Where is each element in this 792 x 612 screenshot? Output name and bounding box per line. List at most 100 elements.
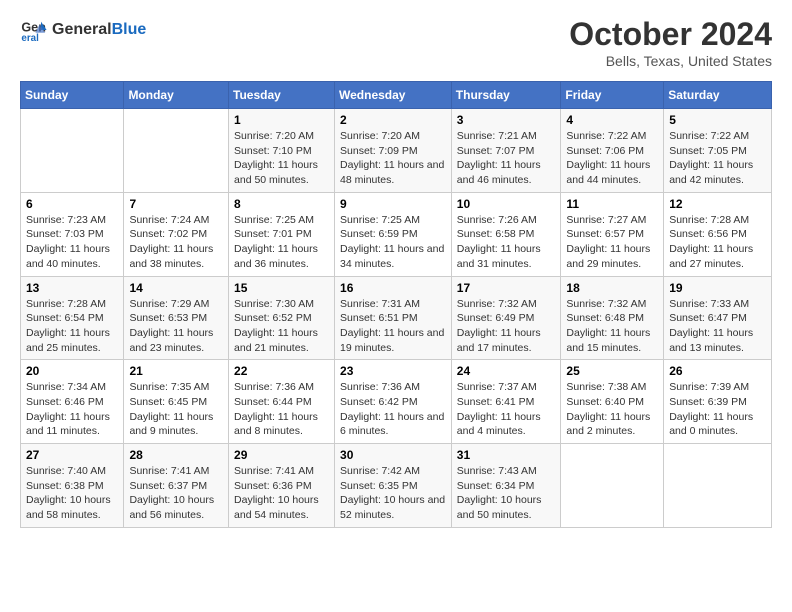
calendar-cell [561, 444, 664, 528]
day-info: Sunrise: 7:43 AM Sunset: 6:34 PM Dayligh… [457, 464, 556, 523]
logo: Gen eral GeneralBlue [20, 16, 146, 44]
day-number: 5 [669, 113, 766, 127]
weekday-header-row: SundayMondayTuesdayWednesdayThursdayFrid… [21, 82, 772, 109]
calendar-cell: 17 Sunrise: 7:32 AM Sunset: 6:49 PM Dayli… [451, 276, 561, 360]
weekday-header: Tuesday [229, 82, 335, 109]
calendar-cell [21, 109, 124, 193]
day-number: 3 [457, 113, 556, 127]
day-number: 18 [566, 281, 658, 295]
calendar-cell: 12Sunrise: 7:28 AM Sunset: 6:56 PM Dayli… [664, 192, 772, 276]
weekday-header: Saturday [664, 82, 772, 109]
day-info: Sunrise: 7:34 AM Sunset: 6:46 PM Dayligh… [26, 380, 118, 439]
calendar-cell: 16 Sunrise: 7:31 AM Sunset: 6:51 PM Dayli… [335, 276, 452, 360]
day-info: Sunrise: 7:21 AM Sunset: 7:07 PM Dayligh… [457, 129, 556, 188]
day-info: Sunrise: 7:39 AM Sunset: 6:39 PM Dayligh… [669, 380, 766, 439]
logo-line1: General [52, 21, 112, 38]
calendar-week-row: 20Sunrise: 7:34 AM Sunset: 6:46 PM Dayli… [21, 360, 772, 444]
day-info: Sunrise: 7:42 AM Sunset: 6:35 PM Dayligh… [340, 464, 446, 523]
day-info: Sunrise: 7:31 AM Sunset: 6:51 PM Dayligh… [340, 297, 446, 356]
day-number: 28 [129, 448, 223, 462]
day-number: 6 [26, 197, 118, 211]
day-number: 2 [340, 113, 446, 127]
day-number: 13 [26, 281, 118, 295]
calendar-cell: 2Sunrise: 7:20 AM Sunset: 7:09 PM Daylig… [335, 109, 452, 193]
day-number: 25 [566, 364, 658, 378]
day-info: Sunrise: 7:24 AM Sunset: 7:02 PM Dayligh… [129, 213, 223, 272]
day-info: Sunrise: 7:25 AM Sunset: 7:01 PM Dayligh… [234, 213, 329, 272]
day-info: Sunrise: 7:33 AM Sunset: 6:47 PM Dayligh… [669, 297, 766, 356]
day-info: Sunrise: 7:32 AM Sunset: 6:49 PM Dayligh… [457, 297, 556, 356]
calendar-cell: 3 Sunrise: 7:21 AM Sunset: 7:07 PM Daylig… [451, 109, 561, 193]
calendar-cell: 9Sunrise: 7:25 AM Sunset: 6:59 PM Daylig… [335, 192, 452, 276]
day-number: 16 [340, 281, 446, 295]
weekday-header: Monday [124, 82, 229, 109]
weekday-header: Thursday [451, 82, 561, 109]
day-info: Sunrise: 7:32 AM Sunset: 6:48 PM Dayligh… [566, 297, 658, 356]
calendar-week-row: 6 Sunrise: 7:23 AM Sunset: 7:03 PM Daylig… [21, 192, 772, 276]
weekday-header: Sunday [21, 82, 124, 109]
calendar-subtitle: Bells, Texas, United States [569, 53, 772, 69]
day-info: Sunrise: 7:41 AM Sunset: 6:37 PM Dayligh… [129, 464, 223, 523]
day-number: 21 [129, 364, 223, 378]
day-number: 9 [340, 197, 446, 211]
day-number: 24 [457, 364, 556, 378]
calendar-cell: 22Sunrise: 7:36 AM Sunset: 6:44 PM Dayli… [229, 360, 335, 444]
calendar-cell: 5 Sunrise: 7:22 AM Sunset: 7:05 PM Daylig… [664, 109, 772, 193]
calendar-cell: 21 Sunrise: 7:35 AM Sunset: 6:45 PM Dayli… [124, 360, 229, 444]
calendar-cell: 25 Sunrise: 7:38 AM Sunset: 6:40 PM Dayli… [561, 360, 664, 444]
day-number: 7 [129, 197, 223, 211]
calendar-cell: 14 Sunrise: 7:29 AM Sunset: 6:53 PM Dayli… [124, 276, 229, 360]
calendar-cell: 13 Sunrise: 7:28 AM Sunset: 6:54 PM Dayli… [21, 276, 124, 360]
day-info: Sunrise: 7:28 AM Sunset: 6:56 PM Dayligh… [669, 213, 766, 272]
calendar-cell: 23Sunrise: 7:36 AM Sunset: 6:42 PM Dayli… [335, 360, 452, 444]
day-number: 19 [669, 281, 766, 295]
day-number: 31 [457, 448, 556, 462]
day-number: 4 [566, 113, 658, 127]
calendar-table: SundayMondayTuesdayWednesdayThursdayFrid… [20, 81, 772, 528]
title-area: October 2024 Bells, Texas, United States [569, 16, 772, 69]
calendar-cell: 6 Sunrise: 7:23 AM Sunset: 7:03 PM Daylig… [21, 192, 124, 276]
day-info: Sunrise: 7:28 AM Sunset: 6:54 PM Dayligh… [26, 297, 118, 356]
day-number: 11 [566, 197, 658, 211]
calendar-cell: 26 Sunrise: 7:39 AM Sunset: 6:39 PM Dayli… [664, 360, 772, 444]
day-info: Sunrise: 7:29 AM Sunset: 6:53 PM Dayligh… [129, 297, 223, 356]
day-info: Sunrise: 7:23 AM Sunset: 7:03 PM Dayligh… [26, 213, 118, 272]
calendar-cell [664, 444, 772, 528]
day-info: Sunrise: 7:27 AM Sunset: 6:57 PM Dayligh… [566, 213, 658, 272]
day-info: Sunrise: 7:41 AM Sunset: 6:36 PM Dayligh… [234, 464, 329, 523]
day-info: Sunrise: 7:35 AM Sunset: 6:45 PM Dayligh… [129, 380, 223, 439]
day-info: Sunrise: 7:36 AM Sunset: 6:44 PM Dayligh… [234, 380, 329, 439]
calendar-cell: 29Sunrise: 7:41 AM Sunset: 6:36 PM Dayli… [229, 444, 335, 528]
calendar-cell: 15Sunrise: 7:30 AM Sunset: 6:52 PM Dayli… [229, 276, 335, 360]
calendar-cell: 10Sunrise: 7:26 AM Sunset: 6:58 PM Dayli… [451, 192, 561, 276]
day-info: Sunrise: 7:38 AM Sunset: 6:40 PM Dayligh… [566, 380, 658, 439]
calendar-cell: 8 Sunrise: 7:25 AM Sunset: 7:01 PM Daylig… [229, 192, 335, 276]
calendar-cell: 20Sunrise: 7:34 AM Sunset: 6:46 PM Dayli… [21, 360, 124, 444]
day-number: 8 [234, 197, 329, 211]
calendar-week-row: 1Sunrise: 7:20 AM Sunset: 7:10 PM Daylig… [21, 109, 772, 193]
day-number: 17 [457, 281, 556, 295]
day-info: Sunrise: 7:26 AM Sunset: 6:58 PM Dayligh… [457, 213, 556, 272]
day-info: Sunrise: 7:22 AM Sunset: 7:06 PM Dayligh… [566, 129, 658, 188]
day-info: Sunrise: 7:20 AM Sunset: 7:10 PM Dayligh… [234, 129, 329, 188]
day-number: 27 [26, 448, 118, 462]
logo-line2: Blue [112, 21, 147, 38]
day-number: 26 [669, 364, 766, 378]
calendar-cell: 27 Sunrise: 7:40 AM Sunset: 6:38 PM Dayli… [21, 444, 124, 528]
day-number: 23 [340, 364, 446, 378]
weekday-header: Wednesday [335, 82, 452, 109]
calendar-cell: 31 Sunrise: 7:43 AM Sunset: 6:34 PM Dayli… [451, 444, 561, 528]
day-info: Sunrise: 7:22 AM Sunset: 7:05 PM Dayligh… [669, 129, 766, 188]
day-info: Sunrise: 7:40 AM Sunset: 6:38 PM Dayligh… [26, 464, 118, 523]
calendar-cell: 28 Sunrise: 7:41 AM Sunset: 6:37 PM Dayli… [124, 444, 229, 528]
weekday-header: Friday [561, 82, 664, 109]
calendar-cell: 18 Sunrise: 7:32 AM Sunset: 6:48 PM Dayli… [561, 276, 664, 360]
day-info: Sunrise: 7:37 AM Sunset: 6:41 PM Dayligh… [457, 380, 556, 439]
calendar-week-row: 13 Sunrise: 7:28 AM Sunset: 6:54 PM Dayli… [21, 276, 772, 360]
day-info: Sunrise: 7:30 AM Sunset: 6:52 PM Dayligh… [234, 297, 329, 356]
calendar-cell: 7 Sunrise: 7:24 AM Sunset: 7:02 PM Daylig… [124, 192, 229, 276]
calendar-cell: 24 Sunrise: 7:37 AM Sunset: 6:41 PM Dayli… [451, 360, 561, 444]
header: Gen eral GeneralBlue October 2024 Bells,… [20, 16, 772, 69]
day-number: 14 [129, 281, 223, 295]
svg-text:eral: eral [21, 33, 39, 44]
